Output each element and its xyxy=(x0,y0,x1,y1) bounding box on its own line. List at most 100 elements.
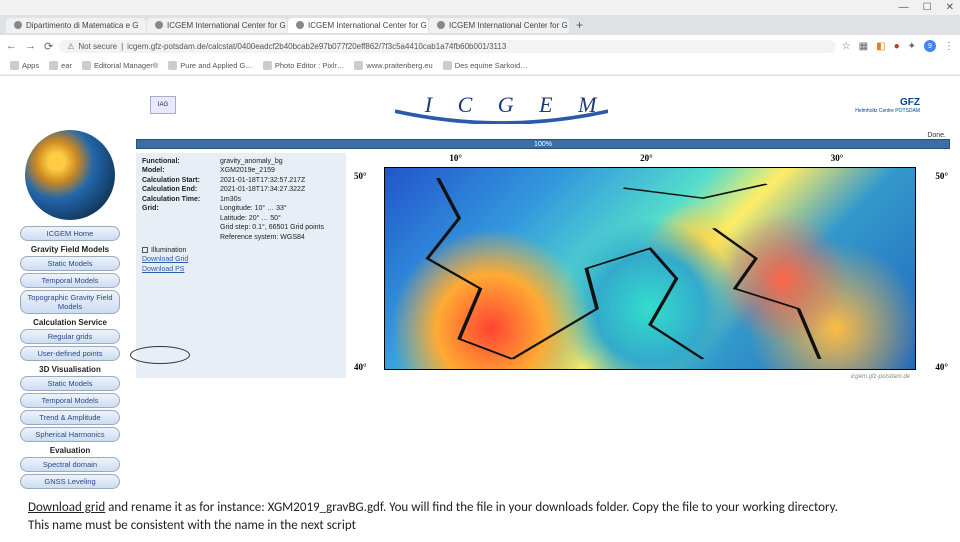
nav-gnss-leveling[interactable]: GNSS Leveling xyxy=(20,474,120,489)
bookmarks-bar: Apps ear Editorial Manager® Pure and App… xyxy=(0,57,960,75)
back-button[interactable]: ← xyxy=(6,40,17,53)
value-start: 2021-01-18T17:32:57.217Z xyxy=(220,176,340,185)
coord-left-50: 50° xyxy=(354,171,367,181)
nav-arrows: ← → ⟳ xyxy=(6,40,53,53)
notification-badge[interactable]: 9 xyxy=(924,40,936,52)
bookmark-item[interactable]: Editorial Manager® xyxy=(82,61,158,70)
progress-done-label: Done. xyxy=(136,132,950,139)
new-tab-button[interactable]: + xyxy=(570,18,589,32)
not-secure-icon: ⚠ xyxy=(67,42,74,51)
bookmark-label: www.praitenberg.eu xyxy=(366,61,432,70)
browser-chrome: — ☐ ✕ Dipartimento di Matematica e G✕ IC… xyxy=(0,0,960,76)
gravity-map-image xyxy=(384,167,916,370)
nav-topographic-models[interactable]: Topographic Gravity Field Models xyxy=(20,290,120,314)
illumination-checkbox[interactable]: Illumination xyxy=(142,246,340,255)
checkbox-icon xyxy=(142,247,148,253)
label-end: Calculation End: xyxy=(142,185,220,194)
tab-label: ICGEM International Center for G xyxy=(167,21,286,30)
banner: IAG I C G E M GFZ Helmholtz Centre POTSD… xyxy=(0,76,960,130)
bookmark-item[interactable]: Pure and Applied G… xyxy=(168,61,253,70)
coord-right-40: 40° xyxy=(935,362,948,372)
bookmark-item[interactable]: ear xyxy=(49,61,72,70)
nav-heading-3d: 3D Visualisation xyxy=(10,365,130,374)
label-time: Calculation Time: xyxy=(142,195,220,204)
coord-right-50: 50° xyxy=(935,171,948,181)
coord-top-30: 30° xyxy=(831,153,844,163)
iag-logo: IAG xyxy=(150,96,176,114)
nav-3d-static[interactable]: Static Models xyxy=(20,376,120,391)
maximize-button[interactable]: ☐ xyxy=(923,2,932,13)
not-secure-label: Not secure xyxy=(78,42,117,51)
toolbar-icons: ☆ ▦ ◧ ● ✦ 9 ⋮ xyxy=(842,40,954,52)
banner-logos: IAG xyxy=(150,96,176,114)
nav-static-models[interactable]: Static Models xyxy=(20,256,120,271)
sidebar: ICGEM Home Gravity Field Models Static M… xyxy=(10,130,130,491)
close-window-button[interactable]: ✕ xyxy=(946,2,954,13)
menu-icon[interactable]: ⋮ xyxy=(944,41,954,52)
banner-title: I C G E M xyxy=(425,92,607,118)
reload-button[interactable]: ⟳ xyxy=(44,40,53,53)
bookmark-icon xyxy=(168,61,177,70)
nav-3d-temporal[interactable]: Temporal Models xyxy=(20,393,120,408)
url-text: icgem.gfz-potsdam.de/calcstat/0400eadcf2… xyxy=(127,42,506,51)
nav-spherical-harmonics[interactable]: Spherical Harmonics xyxy=(20,427,120,442)
caption-rest1: and rename it as for instance: XGM2019_g… xyxy=(105,500,838,515)
caption-lead: Download grid xyxy=(28,500,105,515)
nav-heading-eval: Evaluation xyxy=(10,446,130,455)
bookmark-item[interactable]: Des equine Sarkoid… xyxy=(443,61,528,70)
bookmark-item[interactable]: Photo Editor : Pixlr… xyxy=(263,61,345,70)
address-row: ← → ⟳ ⚠ Not secure | icgem.gfz-potsdam.d… xyxy=(0,35,960,57)
star-icon[interactable]: ☆ xyxy=(842,41,851,52)
grid-icon[interactable]: ▦ xyxy=(859,41,868,52)
coord-top-10: 10° xyxy=(449,153,462,163)
bookmark-icon xyxy=(82,61,91,70)
nav-temporal-models[interactable]: Temporal Models xyxy=(20,273,120,288)
browser-tab[interactable]: ICGEM International Center for G✕ xyxy=(288,18,428,33)
value-functional: gravity_anomaly_bg xyxy=(220,157,340,166)
page-content: IAG I C G E M GFZ Helmholtz Centre POTSD… xyxy=(0,76,960,491)
forward-button[interactable]: → xyxy=(25,40,36,53)
apps-button[interactable]: Apps xyxy=(10,61,39,70)
nav-home[interactable]: ICGEM Home xyxy=(20,226,120,241)
extension-icon[interactable]: ✦ xyxy=(908,41,916,52)
bookmark-icon xyxy=(443,61,452,70)
coord-top-20: 20° xyxy=(640,153,653,163)
calculation-info: Functional:gravity_anomaly_bg Model:XGM2… xyxy=(136,153,346,378)
browser-tab[interactable]: ICGEM International Center for G✕ xyxy=(147,18,287,33)
value-grid-ref: Reference system: WGS84 xyxy=(142,233,340,242)
bookmark-label: Des equine Sarkoid… xyxy=(455,61,528,70)
slide-caption: Download grid and rename it as for insta… xyxy=(0,491,960,542)
browser-tab[interactable]: ICGEM International Center for G✕ xyxy=(429,18,569,33)
coastline-icon xyxy=(385,168,915,369)
download-ps-link[interactable]: Download PS xyxy=(142,266,184,273)
value-time: 1m30s xyxy=(220,195,340,204)
extension-icon[interactable]: ◧ xyxy=(876,41,885,52)
label-start: Calculation Start: xyxy=(142,176,220,185)
nav-trend-amplitude[interactable]: Trend & Amplitude xyxy=(20,410,120,425)
annotation-circle xyxy=(130,346,190,364)
bookmark-item[interactable]: www.praitenberg.eu xyxy=(354,61,432,70)
gfz-text: GFZ xyxy=(855,97,920,108)
tab-label: Dipartimento di Matematica e G xyxy=(26,21,139,30)
browser-tab[interactable]: Dipartimento di Matematica e G✕ xyxy=(6,18,146,33)
map-credit: icgem.gfz-potsdam.de xyxy=(851,374,910,380)
gfz-subtitle: Helmholtz Centre POTSDAM xyxy=(855,108,920,114)
url-bar[interactable]: ⚠ Not secure | icgem.gfz-potsdam.de/calc… xyxy=(59,40,835,53)
info-map-row: Functional:gravity_anomaly_bg Model:XGM2… xyxy=(136,153,950,378)
nav-spectral-domain[interactable]: Spectral domain xyxy=(20,457,120,472)
value-grid-step: Grid step: 0.1°, 66501 Grid points xyxy=(142,223,340,232)
nav-user-points[interactable]: User-defined points xyxy=(20,346,120,361)
download-grid-link[interactable]: Download Grid xyxy=(142,256,188,263)
bookmark-label: Apps xyxy=(22,61,39,70)
extension-icon[interactable]: ● xyxy=(894,41,900,52)
nav-regular-grids[interactable]: Regular grids xyxy=(20,329,120,344)
window-controls: — ☐ ✕ xyxy=(0,0,960,15)
bookmark-icon xyxy=(263,61,272,70)
main-area: ICGEM Home Gravity Field Models Static M… xyxy=(0,130,960,491)
favicon-icon xyxy=(14,21,22,29)
nav-heading-calc: Calculation Service xyxy=(10,318,130,327)
minimize-button[interactable]: — xyxy=(899,2,909,13)
value-grid-lat: Latitude: 20° … 50° xyxy=(142,214,340,223)
progress: Done. 100% xyxy=(136,132,950,149)
label-model: Model: xyxy=(142,166,220,175)
